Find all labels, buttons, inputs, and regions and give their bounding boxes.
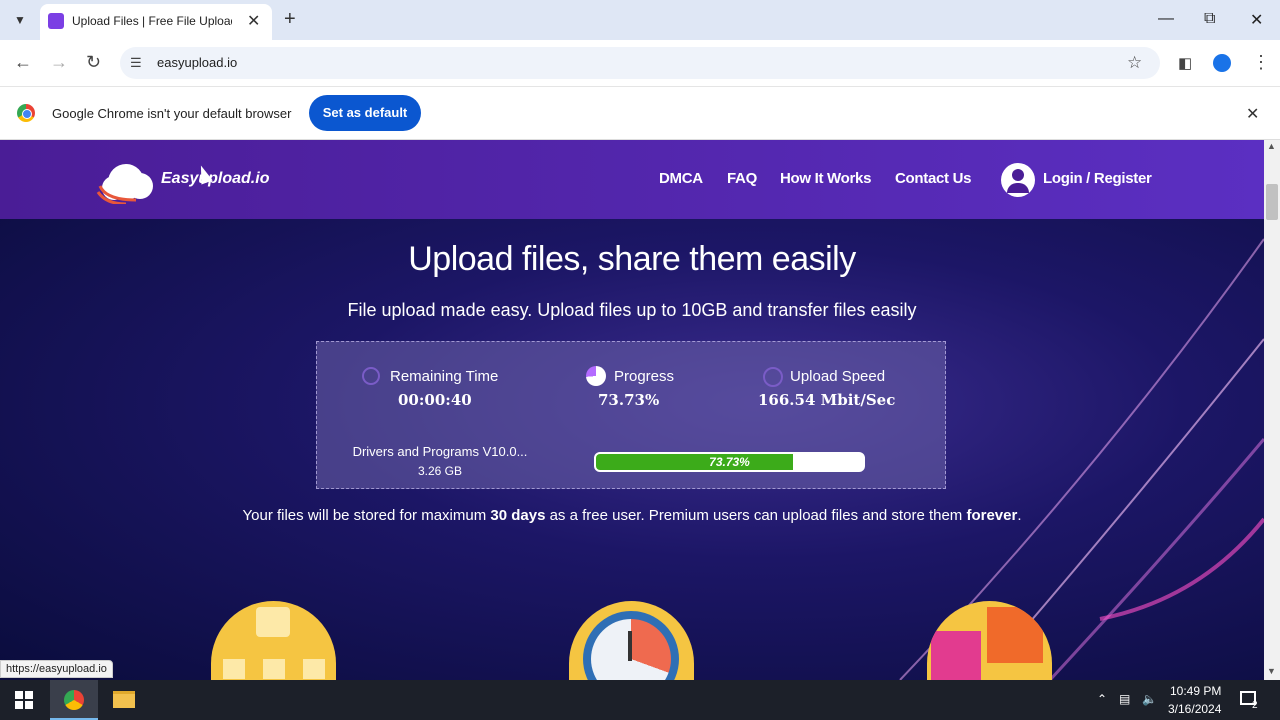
scroll-thumb[interactable]	[1266, 184, 1278, 220]
tab-search-button[interactable]: ▼	[8, 8, 32, 32]
volume-muted-icon[interactable]: 🔈	[1142, 692, 1157, 706]
profile-icon[interactable]	[1213, 54, 1231, 72]
network-icon[interactable]: ▤	[1119, 692, 1130, 706]
notification-count: 2	[1252, 700, 1258, 711]
nav-how-it-works[interactable]: How It Works	[780, 170, 871, 187]
clock-icon	[362, 367, 380, 385]
side-panel-icon[interactable]: ◧	[1178, 54, 1192, 72]
site-info-icon[interactable]: ☰	[130, 55, 142, 71]
minimize-button[interactable]: —	[1158, 10, 1174, 28]
infobar-close-icon[interactable]: ✕	[1246, 104, 1259, 124]
upload-speed-label: Upload Speed	[790, 368, 886, 385]
page-scrollbar[interactable]	[1264, 140, 1280, 680]
storage-forever: forever	[966, 507, 1018, 524]
tab-close-icon[interactable]: ✕	[247, 11, 260, 31]
window-close-button[interactable]: ✕	[1250, 10, 1263, 30]
scroll-down-arrow-icon[interactable]: ▼	[1267, 666, 1276, 676]
address-bar[interactable]	[120, 47, 1160, 79]
remaining-time-label: Remaining Time	[390, 368, 499, 385]
hero-title: Upload files, share them easily	[408, 240, 856, 278]
file-explorer-icon[interactable]	[113, 691, 135, 708]
menu-icon[interactable]: ⋮	[1252, 52, 1270, 73]
scroll-up-arrow-icon[interactable]: ▲	[1267, 141, 1276, 151]
storage-days: 30 days	[490, 507, 546, 524]
nav-contact-us[interactable]: Contact Us	[895, 170, 971, 187]
user-avatar-icon[interactable]	[1001, 163, 1035, 197]
chrome-logo-icon	[17, 104, 35, 122]
speedometer-icon	[763, 367, 783, 387]
restore-button[interactable]: ⧉	[1204, 10, 1215, 28]
tab-title: Upload Files | Free File Upload	[72, 14, 232, 28]
reload-icon[interactable]: ↻	[86, 52, 101, 73]
clock-date[interactable]: 3/16/2024	[1168, 702, 1221, 716]
upload-progress-bar: 73.73%	[594, 452, 865, 472]
file-size: 3.26 GB	[417, 464, 463, 478]
bookmark-star-icon[interactable]: ☆	[1127, 53, 1142, 73]
browser-tab[interactable]: Upload Files | Free File Upload ✕	[40, 4, 272, 40]
windows-start-icon[interactable]	[15, 691, 33, 709]
storage-prefix: Your files will be stored for maximum	[242, 507, 491, 524]
hero-subtitle: File upload made easy. Upload files up t…	[347, 300, 917, 320]
windows-taskbar	[0, 680, 1280, 720]
nav-dmca[interactable]: DMCA	[659, 170, 703, 187]
infobar-message: Google Chrome isn't your default browser	[52, 106, 292, 121]
file-name: Drivers and Programs V10.0...	[352, 444, 528, 459]
url-text[interactable]: easyupload.io	[157, 55, 237, 70]
progress-ring-icon	[586, 366, 606, 386]
storage-suffix: .	[1017, 507, 1022, 524]
storage-note: Your files will be stored for maximum 30…	[0, 507, 1264, 524]
storage-middle: as a free user. Premium users can upload…	[545, 507, 967, 524]
new-tab-button[interactable]: +	[284, 8, 296, 31]
status-url-bubble: https://easyupload.io	[0, 660, 113, 678]
progress-value: 73.73%	[598, 391, 660, 409]
taskbar-chrome-button[interactable]	[50, 680, 98, 720]
logo-text[interactable]: Easyupload.io	[161, 170, 269, 188]
remaining-time-value: 00:00:40	[398, 391, 472, 409]
upload-speed-value: 166.54 Mbit/Sec	[758, 391, 896, 409]
chrome-taskbar-icon	[64, 690, 84, 710]
set-as-default-button[interactable]: Set as default	[309, 95, 421, 131]
clock-time[interactable]: 10:49 PM	[1170, 684, 1221, 698]
progress-label: Progress	[614, 368, 675, 385]
tray-chevron-icon[interactable]: ⌃	[1097, 692, 1107, 706]
progress-bar-text: 73.73%	[709, 455, 750, 469]
nav-faq[interactable]: FAQ	[727, 170, 757, 187]
forward-icon[interactable]: →	[50, 52, 68, 73]
login-register-link[interactable]: Login / Register	[1043, 170, 1152, 187]
cloud-logo-icon[interactable]	[96, 156, 160, 204]
site-favicon-icon	[48, 13, 64, 29]
back-icon[interactable]: ←	[14, 52, 32, 73]
